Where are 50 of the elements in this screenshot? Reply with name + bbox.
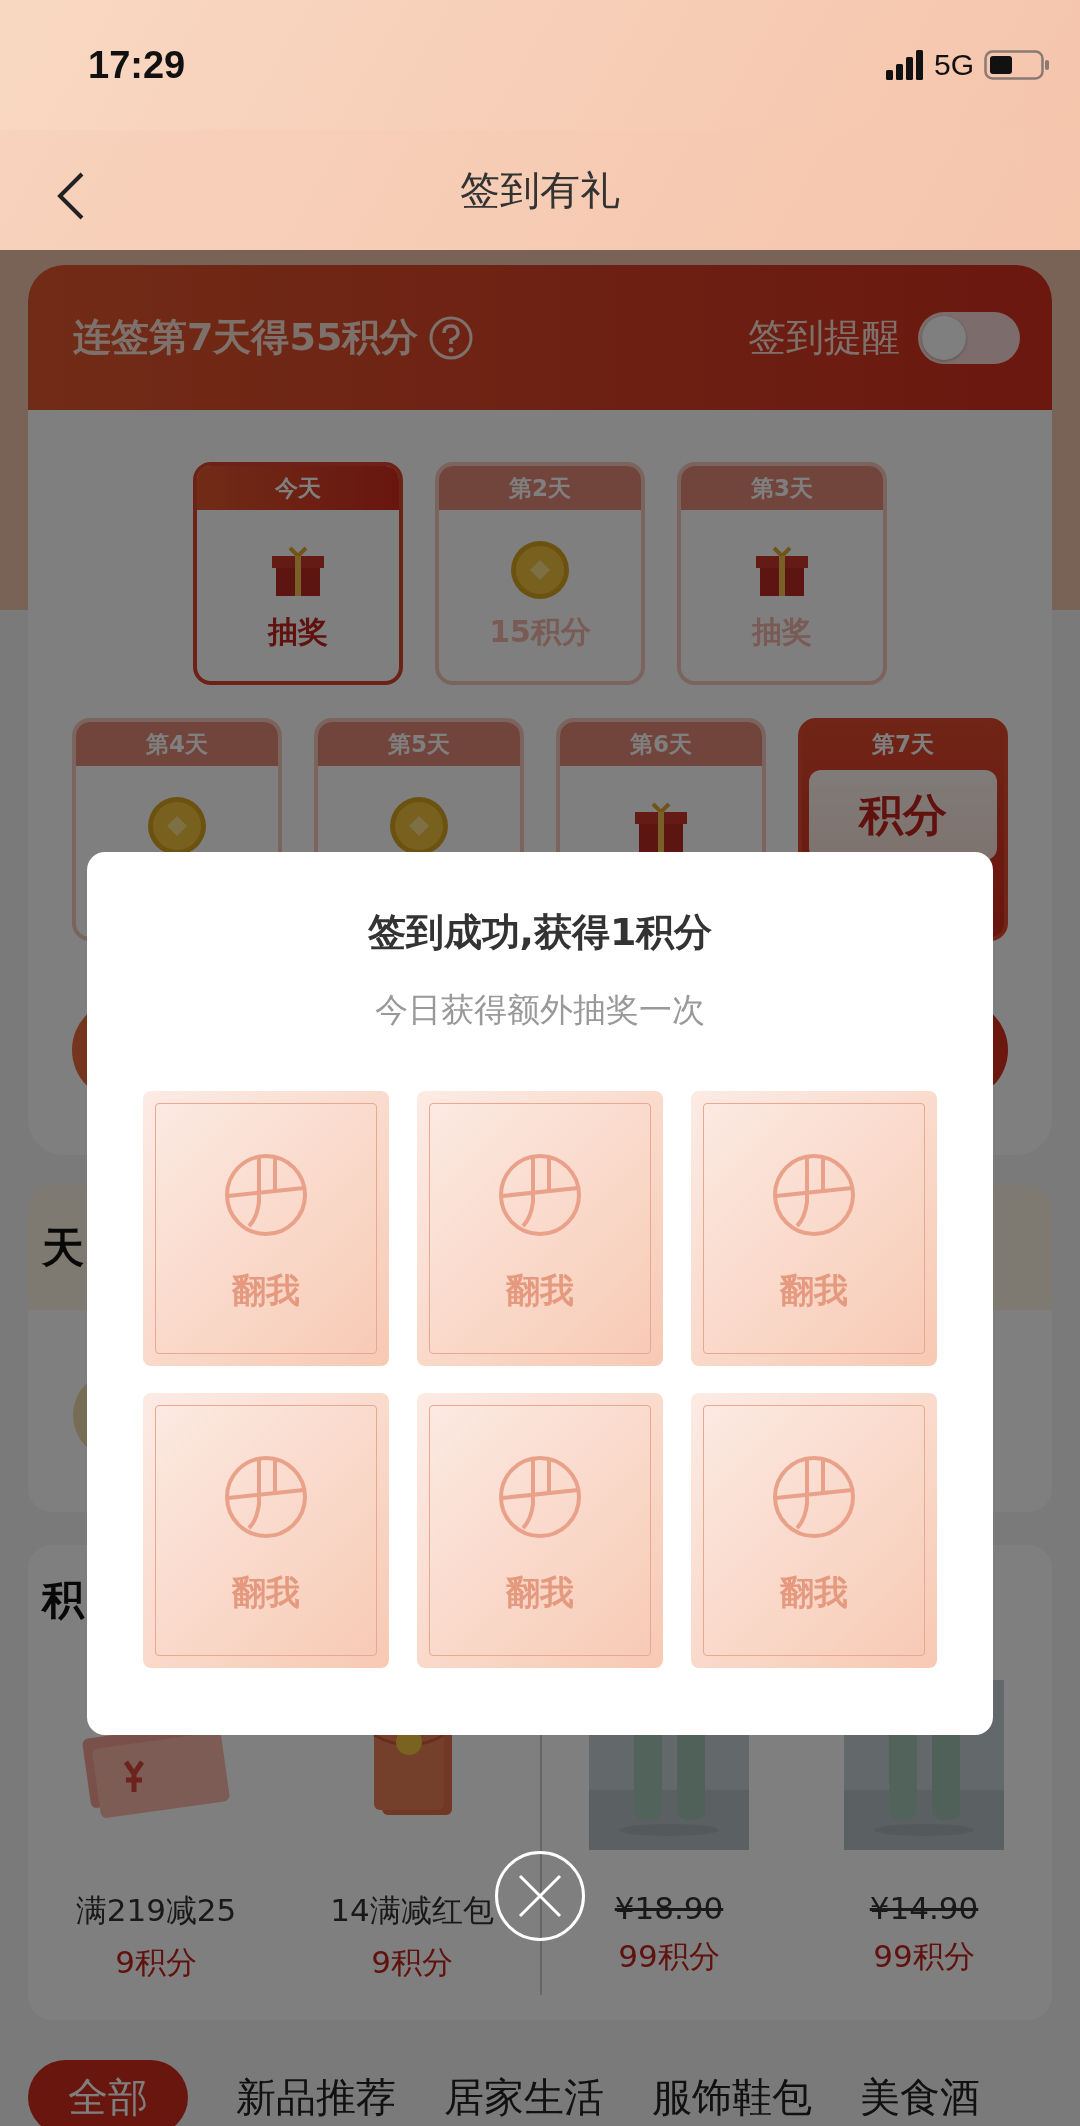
section-title: 天 [42, 1221, 84, 1274]
day-label: 第5天 [388, 729, 450, 759]
day-label: 第7天 [872, 729, 934, 759]
reward-label: 抽奖 [268, 613, 328, 651]
battery-icon [984, 50, 1050, 80]
day-label: 第4天 [146, 729, 208, 759]
help-icon[interactable] [428, 314, 475, 361]
emblem-icon [497, 1151, 583, 1238]
coin-icon [510, 540, 570, 600]
dialog-subtitle: 今日获得额外抽奖一次 [375, 989, 705, 1031]
category-tab[interactable]: 全部 [28, 2060, 188, 2126]
emblem-icon [223, 1453, 309, 1540]
flip-card[interactable]: 翻我 [143, 1091, 389, 1366]
points-price: 9积分 [115, 1943, 197, 1982]
close-icon [518, 1874, 562, 1918]
day-label: 第2天 [509, 473, 571, 503]
emblem-icon [771, 1453, 857, 1540]
emblem-icon [771, 1151, 857, 1238]
flip-card[interactable]: 翻我 [691, 1091, 937, 1366]
day-label: 第6天 [630, 729, 692, 759]
category-tab[interactable]: 新品推荐 [236, 2060, 396, 2126]
category-tab[interactable]: 居家生活 [444, 2060, 604, 2126]
page-title: 签到有礼 [460, 165, 620, 215]
original-price: ¥18.90 [614, 1890, 724, 1926]
flip-card[interactable]: 翻我 [417, 1393, 663, 1668]
category-tab[interactable]: 美食酒 [860, 2060, 980, 2126]
streak-text: 连签第7天得55积分 [73, 314, 419, 361]
original-price: ¥14.90 [869, 1890, 979, 1926]
category-tab[interactable]: 服饰鞋包 [652, 2060, 812, 2126]
points-price: 99积分 [618, 1937, 720, 1976]
points-price: 99积分 [873, 1937, 975, 1976]
day-reward-card[interactable]: 今天 抽奖 [193, 462, 403, 685]
flip-card[interactable]: 翻我 [691, 1393, 937, 1668]
signal-icon [885, 50, 924, 80]
network-label: 5G [933, 48, 974, 82]
emblem-icon [497, 1453, 583, 1540]
close-button[interactable] [495, 1851, 585, 1941]
points-price: 9积分 [371, 1943, 453, 1982]
reminder-label: 签到提醒 [748, 314, 900, 361]
flip-card[interactable]: 翻我 [417, 1091, 663, 1366]
reward-label: 积分 [859, 787, 947, 842]
section-title: 积 [42, 1574, 84, 1626]
status-time: 17:29 [88, 43, 186, 87]
reminder-toggle[interactable] [918, 311, 1020, 364]
flip-card[interactable]: 翻我 [143, 1393, 389, 1668]
item-name: 满219减25 [75, 1891, 237, 1930]
item-name: 14满减红包 [330, 1891, 494, 1930]
day-label: 第3天 [751, 473, 813, 503]
emblem-icon [223, 1151, 309, 1238]
day-label: 今天 [275, 473, 321, 503]
